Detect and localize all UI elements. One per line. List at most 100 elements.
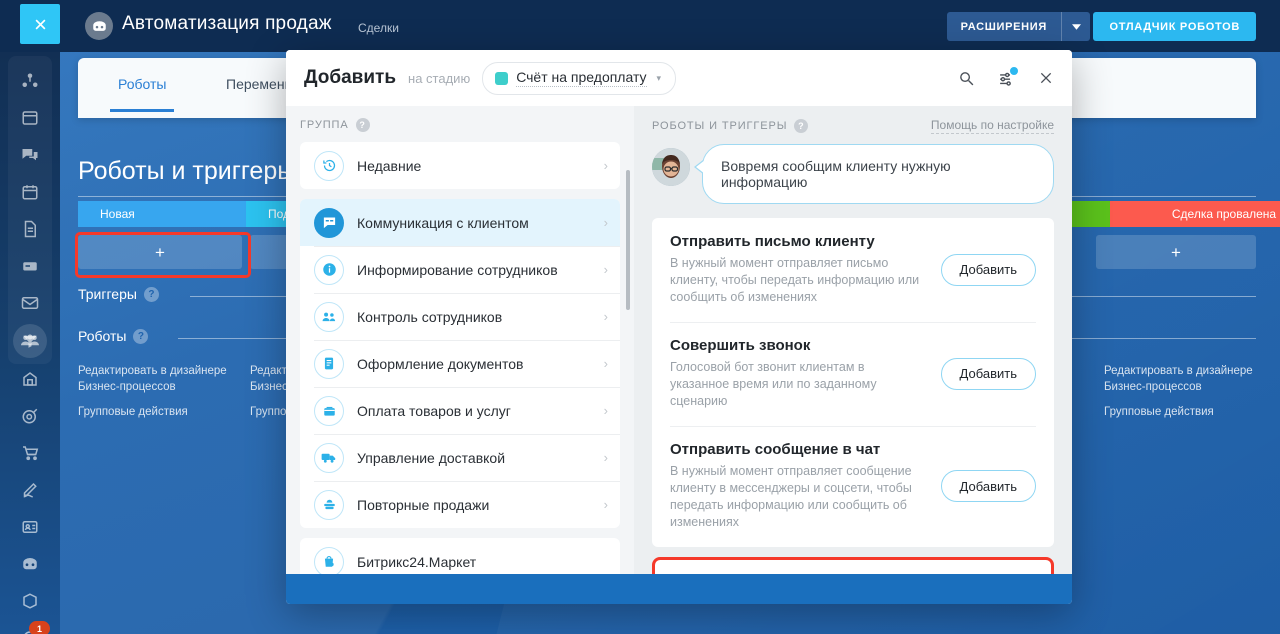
rail-item-documents[interactable] [8,210,52,247]
stage-selector[interactable]: Счёт на предоплату ▾ [482,62,676,95]
stage-selector-value: Счёт на предоплату [516,69,646,87]
chat-bubble-icon [314,208,344,238]
group-actions-link-left[interactable]: Групповые действия [78,404,188,420]
group-scrollbar[interactable] [626,170,630,574]
robot-item-sms-highlighted[interactable]: Отправить СМС клиенту В нужный момент от… [652,557,1054,574]
group-column-label: ГРУППА [300,119,349,131]
stage-color-swatch [495,72,508,85]
rail-item-target[interactable] [8,397,52,434]
group-item-label: Недавние [357,158,591,174]
rail-item-shop[interactable] [8,434,52,471]
rail-item-signature[interactable] [8,471,52,508]
robots-column-title: РОБОТЫ И ТРИГГЕРЫ ? Помощь по настройке [652,118,1054,134]
group-card-market: Битрикс24.Маркет [300,538,620,574]
extensions-button[interactable]: РАСШИРЕНИЯ [947,12,1090,41]
group-item-market[interactable]: Битрикс24.Маркет [300,538,620,574]
robot-name: Совершить звонок [670,337,927,354]
group-actions-link-right[interactable]: Групповые действия [1104,404,1214,420]
close-icon[interactable] [1036,68,1056,88]
modal-header-actions [956,50,1056,106]
robot-description: Голосовой бот звонит клиентам в указанно… [670,359,927,410]
promo-bubble: Вовремя сообщим клиенту нужную информаци… [702,144,1054,204]
extensions-label: РАСШИРЕНИЯ [947,12,1061,41]
section-triggers-label: Триггеры [78,286,137,302]
application-topbar: Автоматизация продаж Сделки РАСШИРЕНИЯ О… [0,0,1280,52]
section-triggers: Триггеры ? [78,286,159,302]
designer-link-right[interactable]: Редактировать в дизайнере Бизнес-процесс… [1104,363,1253,395]
rail-primary-group [8,56,52,364]
rail-item-network[interactable] [8,62,52,99]
modal-footer [286,574,1072,604]
robot-item-sms[interactable]: Отправить СМС клиенту В нужный момент от… [655,560,1051,574]
rail-item-crm-active[interactable] [8,322,52,359]
help-icon[interactable]: ? [144,287,159,302]
group-item-communication[interactable]: Коммуникация с клиентом › [300,199,620,246]
robots-list: Отправить письмо клиенту В нужный момент… [652,218,1054,547]
stage-chip-new[interactable]: Новая [78,201,260,227]
modal-title: Добавить [304,67,396,89]
robot-description: В нужный момент отправляет письмо клиент… [670,255,927,306]
sliders-icon[interactable] [996,68,1016,88]
rail-item-mail[interactable] [8,284,52,321]
robot-item-email[interactable]: Отправить письмо клиенту В нужный момент… [652,218,1054,322]
group-item-label: Коммуникация с клиентом [357,215,591,231]
help-icon[interactable]: ? [133,329,148,344]
market-bag-icon [314,547,344,575]
rail-item-inventory[interactable] [8,582,52,619]
add-robot-button[interactable]: Добавить [941,254,1036,286]
rail-item-contacts[interactable] [8,508,52,545]
add-robot-button[interactable]: Добавить [941,470,1036,502]
robot-item-chat-message[interactable]: Отправить сообщение в чат В нужный момен… [652,426,1054,547]
group-item-staff-control[interactable]: Контроль сотрудников › [300,293,620,340]
modal-header: Добавить на стадию Счёт на предоплату ▾ [286,50,1072,106]
close-button[interactable] [20,4,60,44]
group-item-label: Повторные продажи [357,497,591,513]
page-title: Роботы и триггеры [78,157,295,186]
robots-column: РОБОТЫ И ТРИГГЕРЫ ? Помощь по настройке [634,106,1072,574]
rail-item-timeman[interactable]: 1 [8,619,52,634]
group-item-payments[interactable]: Оплата товаров и услуг › [300,387,620,434]
chevron-down-icon[interactable] [1062,12,1090,41]
designer-link-left[interactable]: Редактировать в дизайнере Бизнес-процесс… [78,363,227,395]
group-item-recent[interactable]: Недавние › [300,142,620,189]
rail-item-chat[interactable] [8,136,52,173]
robot-item-call[interactable]: Совершить звонок Голосовой бот звонит кл… [652,322,1054,426]
help-icon[interactable]: ? [356,118,370,132]
truck-icon [314,443,344,473]
tab-robots[interactable]: Роботы [118,76,166,92]
group-item-delivery[interactable]: Управление доставкой › [300,434,620,481]
setup-help-link[interactable]: Помощь по настройке [931,118,1054,134]
crm-funnel-icon [13,324,47,358]
rail-item-calendar[interactable] [8,173,52,210]
group-item-repeat-sales[interactable]: Повторные продажи › [300,481,620,528]
group-item-label: Управление доставкой [357,450,591,466]
rail-item-automation[interactable] [8,545,52,582]
people-icon [314,302,344,332]
chevron-right-icon: › [604,356,608,371]
group-card-recent: Недавние › [300,142,620,189]
group-item-label: Битрикс24.Маркет [357,554,608,570]
designer-link-mid[interactable]: Редакт Бизнес [250,363,288,395]
search-icon[interactable] [956,68,976,88]
add-robot-button-new-stage[interactable]: + [78,235,242,269]
robot-debugger-button[interactable]: ОТЛАДЧИК РОБОТОВ [1093,12,1256,41]
group-item-staff-info[interactable]: Информирование сотрудников › [300,246,620,293]
help-icon[interactable]: ? [794,119,808,133]
history-icon [314,151,344,181]
add-robot-button[interactable]: Добавить [941,358,1036,390]
promo-row: Вовремя сообщим клиенту нужную информаци… [652,144,1054,204]
group-item-documents[interactable]: Оформление документов › [300,340,620,387]
info-icon [314,255,344,285]
chevron-right-icon: › [604,450,608,465]
section-robots-label: Роботы [78,328,126,344]
group-actions-link-mid[interactable]: Группо [250,404,286,420]
group-card-main: Коммуникация с клиентом › Информирование… [300,199,620,528]
rail-item-feed[interactable] [8,99,52,136]
repeat-sales-icon [314,490,344,520]
rail-item-drive[interactable] [8,247,52,284]
scrollbar-thumb[interactable] [626,170,630,310]
add-robot-button-lost-stage[interactable]: + [1096,235,1256,269]
stage-chip-lost[interactable]: Сделка провалена [1110,201,1280,227]
modal-body: ГРУППА ? Недавние › [286,106,1072,574]
rail-item-company[interactable] [8,360,52,397]
